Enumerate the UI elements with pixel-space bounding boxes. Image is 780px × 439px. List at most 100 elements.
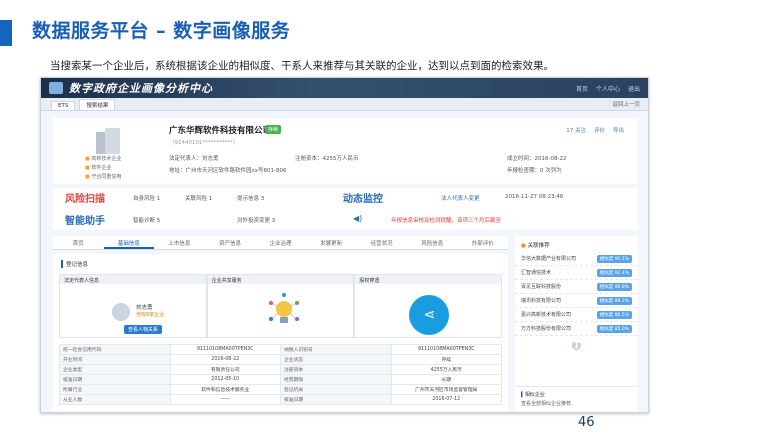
table-row: 核准日期 2012-05-10 经营期限 长期	[59, 374, 502, 385]
monitor-item[interactable]: 法人代表人变更	[441, 194, 480, 202]
tab-bar: ETS 搜索结果 返回上一页	[41, 98, 648, 111]
table-row: 企业类型 有限责任公司 注册资本 4255万人民币	[59, 364, 502, 375]
table-key: 从业人数	[59, 394, 171, 405]
registration-table: 统一社会信用代码 91110108MA00TPEN3C 纳税人识别号 91110108…	[59, 344, 502, 405]
tab-ets[interactable]: ETS	[51, 101, 76, 110]
monitor-time: 2016-11-27 08:23:46	[505, 194, 564, 200]
table-key: 企业类型	[59, 364, 171, 375]
table-key: 所属行业	[59, 384, 171, 395]
table-value: 软件和信息技术服务业	[169, 384, 281, 395]
risk-hint[interactable]: 提示信息 3	[237, 194, 264, 202]
relation-button[interactable]: 查看人物关系	[124, 325, 163, 334]
nav-tab[interactable]: 企业治理	[255, 236, 306, 249]
table-value: 91110108MA00TPEN3C	[390, 344, 502, 355]
table-key: 统一社会信用代码	[59, 344, 171, 355]
nav-tab[interactable]: 首页	[53, 236, 104, 249]
header-links: 首页 个人中心 退出	[576, 84, 648, 93]
list-item[interactable]: 百见互联科技股份 相似度 90.8%	[515, 280, 638, 294]
slide-accent-bar	[0, 20, 12, 46]
nav-tabs: 首页 基础信息 上市信息 资产信息 企业治理 发展更新 经营状况 风险信息 外部…	[53, 236, 508, 250]
similarity-badge: 相似度 85.0%	[596, 324, 632, 333]
assist-alert[interactable]: 年报信息审核及检测提醒，该项三个月后截至	[391, 216, 501, 224]
nav-tab[interactable]: 资产信息	[205, 236, 256, 249]
back-link[interactable]: 返回上一页	[612, 100, 648, 108]
recommend-panel: 关联推荐 华信大数据产业有限公司 相似度 95.1% 汇智通信技术 相似度 92.4%…	[515, 236, 638, 412]
assist-title: 智能助手	[65, 216, 105, 227]
header-link-home[interactable]: 首页	[576, 84, 588, 93]
app-header: 数字政府企业画像分析中心 首页 个人中心 退出	[41, 78, 648, 98]
slide-subtitle: 当搜索某一个企业后，系统根据该企业的相似度、干系人来推荐与其关联的企业，达到以点…	[50, 60, 554, 72]
share-network-icon[interactable]: ⋖	[409, 295, 450, 335]
person-companies[interactable]: 他有8家企业	[136, 311, 164, 318]
credit-code: （91440101***********）	[169, 140, 239, 146]
person-name: 刘志勇	[136, 305, 153, 311]
list-item[interactable]: 万方科技股份有限公司 相似度 85.0%	[515, 322, 638, 336]
table-row: 所属行业 软件和信息技术服务业 登记机关 广州市天河区市场监督管理局	[59, 384, 502, 395]
company-name: 广东华辉软件科技有限公司	[169, 126, 272, 136]
nav-tab-active[interactable]: 基础信息	[103, 236, 155, 249]
related-company-name: 百见互联科技股份	[521, 284, 562, 290]
table-key: 经营期限	[280, 374, 392, 385]
nav-tab[interactable]: 外部评价	[458, 236, 509, 249]
logo-icon	[49, 82, 63, 94]
related-company-name: 嘉兴高新技术有限公司	[521, 312, 572, 318]
similar-link[interactable]: 查看全部相似企业推荐	[515, 400, 638, 407]
similarity-badge: 相似度 88.2%	[596, 296, 632, 305]
info-cards: 法定代表人信息 刘志勇 他有8家企业 查看人物关系 企业共享服务 股权穿透 ⋖	[59, 274, 503, 338]
table-key: 企业状态	[280, 354, 392, 365]
risk-panel: 风险扫描 自身风险 1 关联风险 1 提示信息 3 动态监控 法人代表人变更 2…	[53, 188, 638, 230]
person-avatar-icon	[112, 303, 130, 321]
nav-tab[interactable]: 上市信息	[154, 236, 205, 249]
app-title: 数字政府企业画像分析中心	[69, 82, 213, 95]
page-number: 46	[578, 415, 595, 430]
list-item[interactable]: 嘉兴高新技术有限公司 相似度 86.5%	[515, 308, 638, 322]
update-info: 年报检查期：0 次列为	[507, 168, 562, 174]
table-key: 核准日期	[280, 394, 392, 405]
status-badge: 存续	[265, 125, 282, 134]
header-link-logout[interactable]: 退出	[628, 84, 640, 93]
similarity-badge: 相似度 95.1%	[596, 254, 632, 263]
follow-button[interactable]: 17 关注	[566, 126, 586, 134]
similar-title: 相似企业	[515, 387, 638, 400]
assist-invest[interactable]: 对外投资变更 3	[237, 216, 275, 224]
rate-button[interactable]: 评价	[594, 126, 605, 134]
table-value: 4255万人民币	[390, 364, 502, 375]
list-item[interactable]: 汇智通信技术 相似度 92.4%	[515, 266, 638, 280]
address: 地址：广州市天河区软件路软件园xx号801-806	[169, 168, 287, 174]
company-tag: 软件企业	[85, 165, 111, 171]
chevron-down-icon[interactable]: ︾	[515, 348, 638, 356]
header-link-user[interactable]: 个人中心	[596, 84, 620, 93]
nav-tab[interactable]: 发展更新	[306, 236, 357, 249]
speaker-icon: ◀)	[353, 214, 363, 223]
export-button[interactable]: 导出	[613, 126, 624, 134]
table-value: ——	[169, 394, 281, 405]
assist-diagnosis[interactable]: 智能诊断 5	[133, 216, 160, 224]
monitor-title: 动态监控	[343, 194, 383, 205]
tab-search-results[interactable]: 搜索结果	[79, 99, 116, 110]
related-company-name: 汇智通信技术	[521, 270, 552, 276]
table-value: 2016-08-22	[169, 354, 281, 365]
risk-related[interactable]: 关联风险 1	[185, 194, 212, 202]
nav-tab[interactable]: 风险信息	[407, 236, 458, 249]
section-title: 登记信息	[61, 260, 88, 268]
table-row: 从业人数 —— 核准日期 2016-07-12	[59, 394, 502, 405]
card-equity[interactable]: 股权穿透 ⋖	[354, 274, 503, 338]
table-key: 开业时间	[59, 354, 171, 365]
table-value: 91110108MA00TPEN3C	[169, 344, 281, 355]
legal-rep[interactable]: 法定代表人：刘志勇	[169, 154, 219, 162]
card-header: 股权穿透	[355, 275, 502, 284]
company-header: 高新技术企业 软件企业 守合同重信用 广东华辉软件科技有限公司 存续 （9144…	[53, 118, 638, 184]
app-screenshot: 数字政府企业画像分析中心 首页 个人中心 退出 ETS 搜索结果 返回上一页 高…	[40, 77, 649, 413]
table-key: 核准日期	[59, 374, 171, 385]
table-value: 存续	[390, 354, 502, 365]
table-key: 注册资本	[280, 364, 392, 375]
table-row: 统一社会信用代码 91110108MA00TPEN3C 纳税人识别号 91110108…	[59, 344, 502, 355]
related-company-name: 华信大数据产业有限公司	[521, 256, 577, 262]
risk-self[interactable]: 自身风险 1	[133, 194, 160, 202]
table-value: 2012-05-10	[169, 374, 281, 385]
nav-tab[interactable]: 经营状况	[356, 236, 407, 249]
list-item[interactable]: 瑞讯科技有限公司 相似度 88.2%	[515, 294, 638, 308]
list-item[interactable]: 华信大数据产业有限公司 相似度 95.1%	[515, 252, 638, 266]
company-tags: 高新技术企业 软件企业 守合同重信用	[85, 155, 121, 182]
table-row: 开业时间 2016-08-22 企业状态 存续	[59, 354, 502, 365]
